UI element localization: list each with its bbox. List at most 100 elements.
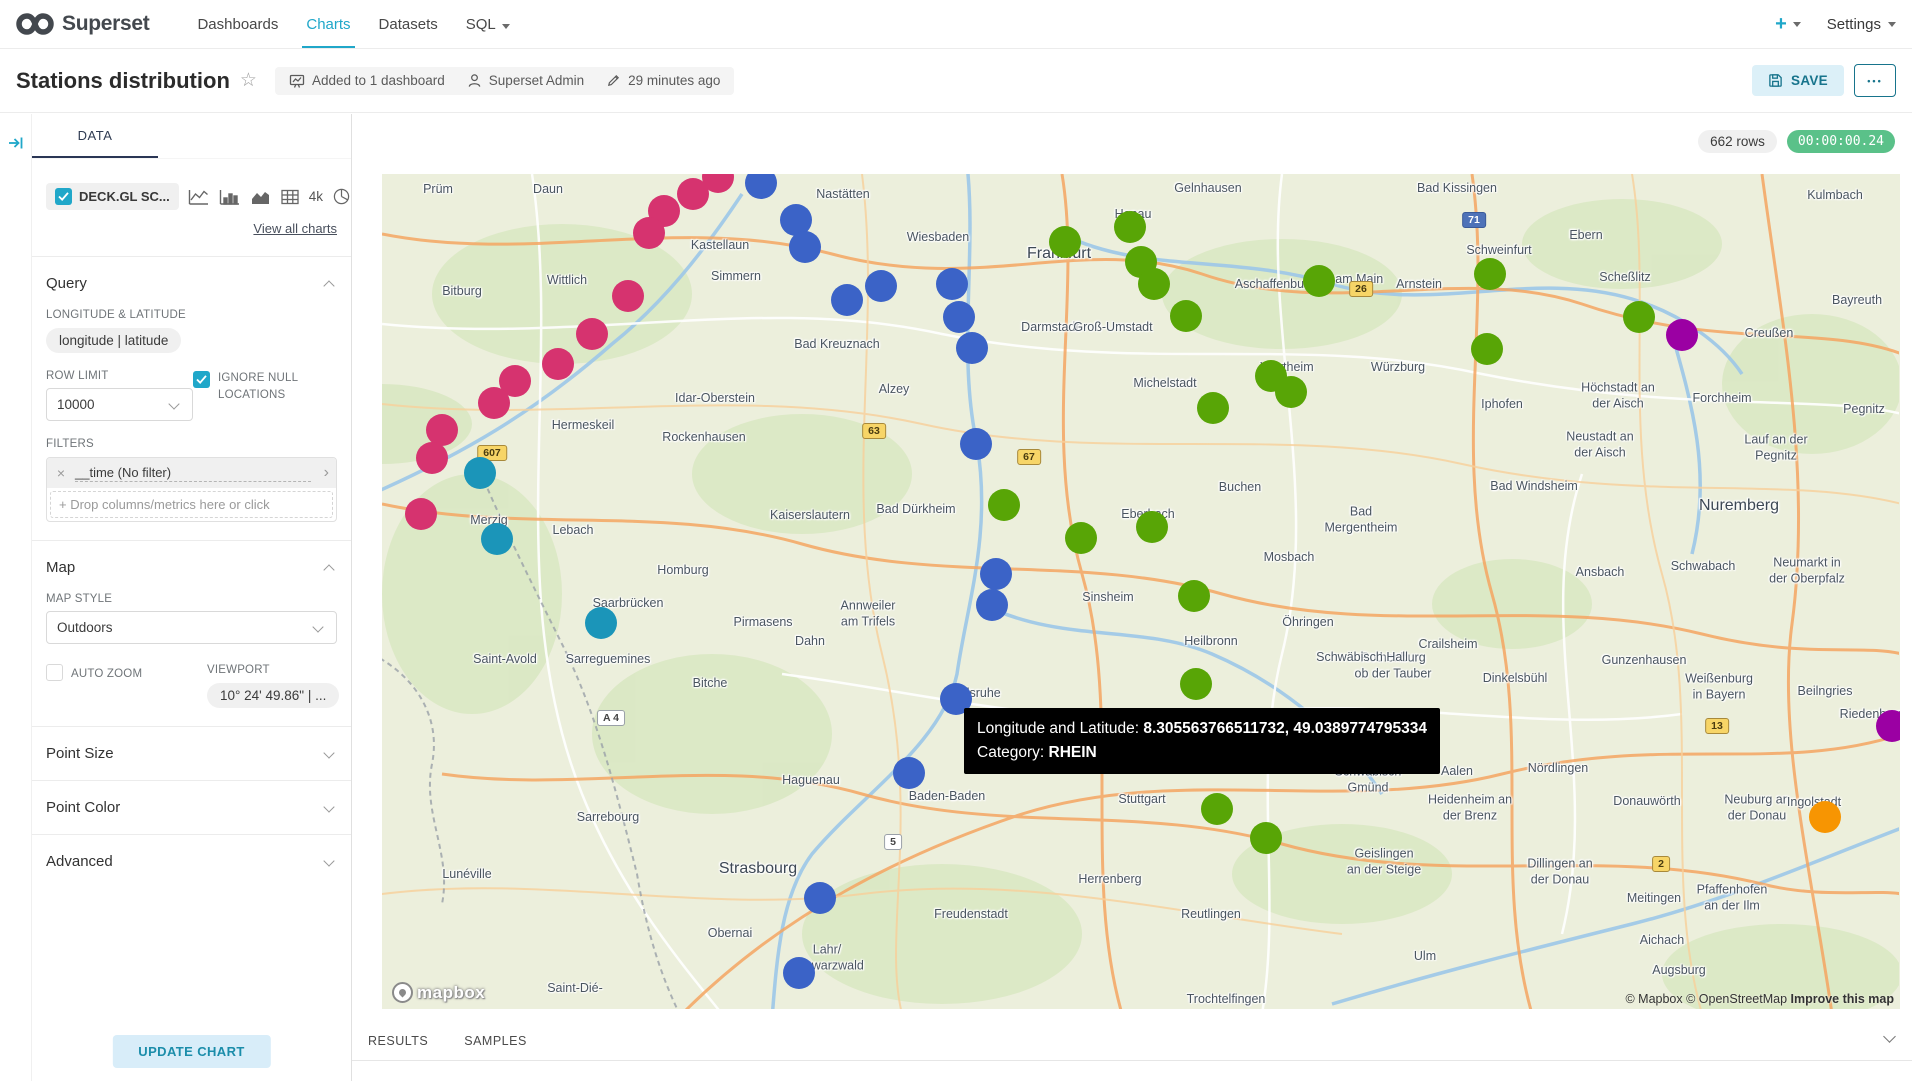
filter-item-time[interactable]: × __time (No filter) ›: [47, 458, 336, 488]
viz-type-4k[interactable]: 4k: [309, 189, 323, 204]
map-point[interactable]: [1065, 522, 1097, 554]
map-point[interactable]: [1809, 801, 1841, 833]
save-button[interactable]: SAVE: [1752, 65, 1844, 96]
map-point[interactable]: [405, 498, 437, 530]
nav-item-sql[interactable]: SQL: [452, 2, 524, 46]
map-point[interactable]: [936, 268, 968, 300]
lonlat-value-chip[interactable]: longitude | latitude: [46, 328, 181, 353]
map-point[interactable]: [865, 270, 897, 302]
auto-zoom-checkbox[interactable]: AUTO ZOOM: [46, 664, 196, 708]
tab-data[interactable]: DATA: [32, 114, 158, 158]
line-chart-icon[interactable]: [188, 189, 209, 205]
map-city-label: Meitingen: [1627, 891, 1681, 907]
map-point[interactable]: [677, 178, 709, 210]
route-shield: 71: [1462, 212, 1486, 228]
map-point[interactable]: [481, 523, 513, 555]
superset-logo[interactable]: Superset: [16, 12, 149, 36]
map-point[interactable]: [960, 428, 992, 460]
map-point[interactable]: [612, 280, 644, 312]
nav-item-datasets[interactable]: Datasets: [365, 2, 452, 46]
settings-menu[interactable]: Settings: [1827, 16, 1896, 33]
map-point[interactable]: [1170, 300, 1202, 332]
map-city-label: Daun: [533, 182, 563, 198]
improve-map-link[interactable]: Improve this map: [1791, 992, 1895, 1006]
map-point[interactable]: [1136, 511, 1168, 543]
map-point[interactable]: [576, 318, 608, 350]
bar-chart-icon[interactable]: [219, 189, 240, 205]
map-point[interactable]: [1250, 822, 1282, 854]
map-point[interactable]: [1474, 258, 1506, 290]
map-point[interactable]: [1180, 668, 1212, 700]
map-point[interactable]: [1049, 226, 1081, 258]
map-point[interactable]: [783, 957, 815, 989]
section-map[interactable]: Map: [46, 559, 337, 576]
map-point[interactable]: [980, 558, 1012, 590]
map-point[interactable]: [633, 217, 665, 249]
section-point-size[interactable]: Point Size: [46, 745, 337, 762]
viz-type-chip[interactable]: DECK.GL SC...: [46, 183, 179, 210]
viewport-value-chip[interactable]: 10° 24' 49.86" | ...: [207, 683, 339, 708]
remove-filter-icon[interactable]: ×: [47, 465, 75, 481]
map-point[interactable]: [464, 457, 496, 489]
row-limit-select[interactable]: 10000: [46, 388, 193, 421]
tab-samples[interactable]: SAMPLES: [464, 1034, 527, 1060]
ignore-null-checkbox[interactable]: IGNORE NULL LOCATIONS: [193, 370, 328, 421]
pie-chart-icon[interactable]: [333, 188, 350, 205]
map-point[interactable]: [1876, 710, 1900, 742]
nav-item-charts[interactable]: Charts: [292, 2, 364, 46]
map-city-label: Mosbach: [1264, 550, 1315, 566]
map-point[interactable]: [789, 231, 821, 263]
chevron-right-icon: ›: [317, 464, 336, 482]
map-city-label: Würzburg: [1371, 360, 1425, 376]
map-city-label: Geislingen an der Steige: [1347, 846, 1421, 877]
map-point[interactable]: [1114, 211, 1146, 243]
new-item-button[interactable]: +: [1775, 13, 1801, 36]
section-query[interactable]: Query: [46, 275, 337, 292]
more-options-button[interactable]: •••: [1854, 64, 1896, 97]
map-point[interactable]: [893, 757, 925, 789]
dashboards-badge[interactable]: Added to 1 dashboard: [289, 73, 445, 89]
nav-item-dashboards[interactable]: Dashboards: [183, 2, 292, 46]
map-point[interactable]: [831, 284, 863, 316]
table-icon[interactable]: [281, 189, 299, 205]
map-city-label: Bitburg: [442, 284, 482, 300]
map-point[interactable]: [988, 489, 1020, 521]
update-chart-button[interactable]: UPDATE CHART: [112, 1035, 270, 1068]
map-point[interactable]: [1471, 333, 1503, 365]
map-point[interactable]: [416, 442, 448, 474]
view-all-charts-link[interactable]: View all charts: [253, 221, 337, 236]
map-point[interactable]: [1201, 793, 1233, 825]
deckgl-map[interactable]: PrümDaunNastättenGelnhausenBad Kissingen…: [382, 174, 1900, 1009]
map-point[interactable]: [1303, 265, 1335, 297]
map-point[interactable]: [943, 301, 975, 333]
map-point[interactable]: [1178, 580, 1210, 612]
section-point-color[interactable]: Point Color: [46, 799, 337, 816]
map-point[interactable]: [1138, 268, 1170, 300]
area-chart-icon[interactable]: [250, 189, 271, 205]
chart-header: Stations distribution ☆ Added to 1 dashb…: [0, 49, 1912, 113]
map-point[interactable]: [804, 882, 836, 914]
map-point[interactable]: [1666, 319, 1698, 351]
chevron-down-icon: [323, 855, 334, 866]
section-advanced[interactable]: Advanced: [46, 853, 337, 870]
favorite-star-icon[interactable]: ☆: [240, 69, 257, 92]
map-style-select[interactable]: Outdoors: [46, 611, 337, 644]
map-point[interactable]: [1623, 301, 1655, 333]
last-modified-badge[interactable]: 29 minutes ago: [606, 73, 720, 88]
mapbox-logo[interactable]: mapbox: [392, 982, 485, 1003]
map-city-label: Augsburg: [1652, 963, 1706, 979]
map-city-label: Stuttgart: [1118, 792, 1165, 808]
map-point[interactable]: [585, 607, 617, 639]
map-point[interactable]: [956, 332, 988, 364]
map-point[interactable]: [478, 387, 510, 419]
map-point[interactable]: [1197, 392, 1229, 424]
map-point[interactable]: [1275, 376, 1307, 408]
owner-badge[interactable]: Superset Admin: [467, 73, 584, 88]
expand-panel-icon[interactable]: [8, 136, 24, 150]
tab-results[interactable]: RESULTS: [368, 1034, 428, 1060]
collapse-results-icon[interactable]: [1885, 1028, 1898, 1046]
map-point[interactable]: [976, 589, 1008, 621]
map-city-label: Pfaffenhofen an der Ilm: [1697, 882, 1768, 913]
drop-columns-zone[interactable]: + Drop columns/metrics here or click: [50, 491, 333, 518]
map-point[interactable]: [542, 348, 574, 380]
